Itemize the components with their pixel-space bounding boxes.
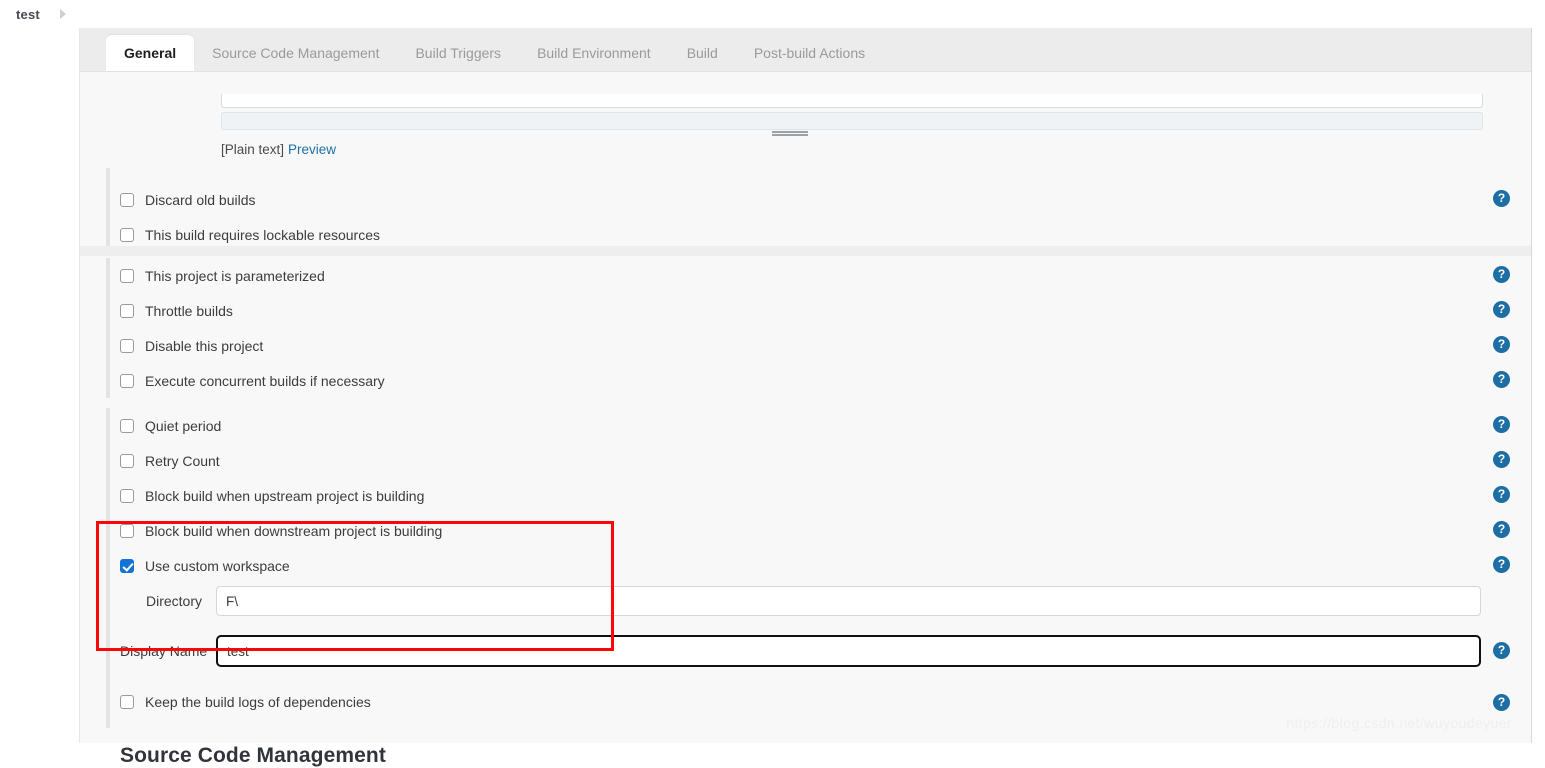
resize-grip-icon[interactable] xyxy=(772,130,808,136)
checkbox-row-concurrent-builds[interactable]: Execute concurrent builds if necessary xyxy=(120,371,385,391)
checkbox-label: Throttle builds xyxy=(145,303,233,319)
section-separator-1 xyxy=(80,246,1531,256)
config-form-body: [Plain text] Preview Discard old builds ?… xyxy=(80,72,1531,767)
checkbox-row-disable-project[interactable]: Disable this project xyxy=(120,336,263,356)
config-tab-bar: General Source Code Management Build Tri… xyxy=(80,28,1531,72)
checkbox-throttle-builds[interactable] xyxy=(120,304,134,318)
checkbox-label: Quiet period xyxy=(145,418,222,434)
help-icon-quiet-period[interactable]: ? xyxy=(1493,416,1510,433)
checkbox-label: This project is parameterized xyxy=(145,268,325,284)
checkbox-block-downstream[interactable] xyxy=(120,524,134,538)
tab-build-environment[interactable]: Build Environment xyxy=(519,35,669,71)
display-name-input[interactable] xyxy=(216,635,1481,667)
watermark: https://blog.csdn.net/wuyoudeyuer xyxy=(1286,715,1512,731)
help-icon-project-parameterized[interactable]: ? xyxy=(1493,266,1510,283)
checkbox-block-upstream[interactable] xyxy=(120,489,134,503)
section-rail-3 xyxy=(106,408,110,688)
breadcrumb-item-test[interactable]: test xyxy=(16,7,40,22)
checkbox-row-project-parameterized[interactable]: This project is parameterized xyxy=(120,266,325,286)
tab-general[interactable]: General xyxy=(106,35,195,71)
checkbox-use-custom-workspace[interactable] xyxy=(120,559,134,573)
checkbox-concurrent-builds[interactable] xyxy=(120,374,134,388)
help-icon-concurrent-builds[interactable]: ? xyxy=(1493,371,1510,388)
checkbox-quiet-period[interactable] xyxy=(120,419,134,433)
checkbox-label: Block build when upstream project is bui… xyxy=(145,488,425,504)
checkbox-discard-old-builds[interactable] xyxy=(120,193,134,207)
checkbox-row-use-custom-workspace[interactable]: Use custom workspace xyxy=(120,556,290,576)
checkbox-row-quiet-period[interactable]: Quiet period xyxy=(120,416,221,436)
help-icon-block-downstream[interactable]: ? xyxy=(1493,521,1510,538)
tab-build-triggers[interactable]: Build Triggers xyxy=(397,35,519,71)
description-horizontal-scrollbar[interactable] xyxy=(221,112,1483,130)
preview-link[interactable]: Preview xyxy=(288,142,336,157)
breadcrumb: test xyxy=(0,0,1545,28)
checkbox-disable-project[interactable] xyxy=(120,339,134,353)
tab-build[interactable]: Build xyxy=(669,35,736,71)
checkbox-label: Discard old builds xyxy=(145,192,256,208)
help-icon-keep-build-logs[interactable]: ? xyxy=(1493,694,1510,711)
checkbox-row-retry-count[interactable]: Retry Count xyxy=(120,451,220,471)
help-icon-retry-count[interactable]: ? xyxy=(1493,451,1510,468)
label-directory: Directory xyxy=(145,593,202,609)
checkbox-label: This build requires lockable resources xyxy=(145,227,380,243)
checkbox-label: Use custom workspace xyxy=(145,558,290,574)
tab-post-build-actions[interactable]: Post-build Actions xyxy=(736,35,883,71)
help-icon-block-upstream[interactable]: ? xyxy=(1493,486,1510,503)
checkbox-row-discard-old-builds[interactable]: Discard old builds xyxy=(120,190,256,210)
checkbox-project-parameterized[interactable] xyxy=(120,269,134,283)
checkbox-label: Keep the build logs of dependencies xyxy=(145,694,371,710)
description-textarea[interactable] xyxy=(221,94,1483,108)
markup-type-label: [Plain text] xyxy=(221,142,285,157)
checkbox-keep-build-logs[interactable] xyxy=(120,695,134,709)
checkbox-label: Execute concurrent builds if necessary xyxy=(145,373,385,389)
help-icon-disable-project[interactable]: ? xyxy=(1493,336,1510,353)
checkbox-row-throttle-builds[interactable]: Throttle builds xyxy=(120,301,233,321)
description-meta: [Plain text] Preview xyxy=(221,142,336,157)
checkbox-label: Block build when downstream project is b… xyxy=(145,523,443,539)
checkbox-row-lockable-resources[interactable]: This build requires lockable resources xyxy=(120,225,380,245)
label-display-name: Display Name xyxy=(120,643,208,659)
checkbox-label: Disable this project xyxy=(145,338,264,354)
section-rail-2 xyxy=(106,258,110,398)
chevron-right-icon xyxy=(59,9,66,19)
checkbox-row-block-downstream[interactable]: Block build when downstream project is b… xyxy=(120,521,442,541)
section-rail-1 xyxy=(106,168,110,246)
section-rail-4 xyxy=(106,686,110,728)
tab-source-code-management[interactable]: Source Code Management xyxy=(194,35,397,71)
help-icon-use-custom-workspace[interactable]: ? xyxy=(1493,556,1510,573)
directory-input[interactable] xyxy=(216,586,1481,616)
field-row-display-name: Display Name xyxy=(120,635,1481,667)
help-icon-throttle-builds[interactable]: ? xyxy=(1493,301,1510,318)
field-row-directory: Directory xyxy=(120,586,1481,616)
checkbox-label: Retry Count xyxy=(145,453,220,469)
checkbox-row-block-upstream[interactable]: Block build when upstream project is bui… xyxy=(120,486,424,506)
page-section-heading: Source Code Management xyxy=(120,744,386,767)
checkbox-retry-count[interactable] xyxy=(120,454,134,468)
help-icon-discard-old-builds[interactable]: ? xyxy=(1493,190,1510,207)
checkbox-lockable-resources[interactable] xyxy=(120,228,134,242)
checkbox-row-keep-build-logs[interactable]: Keep the build logs of dependencies xyxy=(120,692,371,712)
job-config-panel: General Source Code Management Build Tri… xyxy=(79,28,1532,767)
help-icon-display-name[interactable]: ? xyxy=(1493,642,1510,659)
